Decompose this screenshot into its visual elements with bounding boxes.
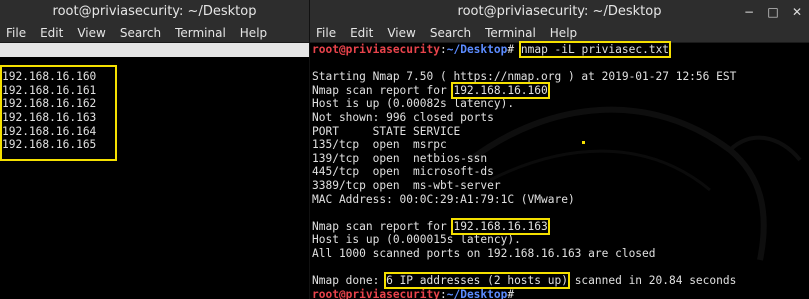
menu-search[interactable]: Search bbox=[120, 24, 161, 42]
host-up-line: Host is up (0.000015s latency). bbox=[312, 233, 521, 247]
nmap-done-highlight: 6 IP addresses (2 hosts up) bbox=[384, 272, 570, 290]
maximize-icon[interactable]: □ bbox=[767, 6, 779, 18]
close-icon[interactable]: ✕ bbox=[791, 6, 803, 18]
right-terminal-window: root@priviasecurity: ~/Desktop − □ ✕ Fil… bbox=[310, 0, 809, 299]
highlight-marker-dot bbox=[582, 141, 585, 144]
prompt-separator: : bbox=[439, 287, 447, 299]
nmap-command: nmap -iL priviasec.txt bbox=[518, 41, 672, 58]
port-line: 445/tcp open microsoft-ds bbox=[312, 165, 494, 179]
menu-help[interactable]: Help bbox=[240, 24, 267, 42]
scan-report-prefix: Nmap scan report for bbox=[312, 83, 454, 97]
menu-edit[interactable]: Edit bbox=[40, 24, 63, 42]
nmap-done-line: Nmap done: 6 IP addresses (2 hosts up) s… bbox=[310, 272, 809, 290]
final-prompt-line: root@priviasecurity:~/Desktop# bbox=[310, 288, 809, 299]
terminal-output[interactable]: root@priviasecurity:~/Desktop# nmap -iL … bbox=[310, 41, 809, 299]
command-line: root@priviasecurity:~/Desktop# nmap -iL … bbox=[310, 41, 809, 58]
scan-report-line: Nmap scan report for 192.168.16.163 bbox=[310, 217, 809, 235]
not-shown-line: Not shown: 996 closed ports bbox=[312, 110, 494, 124]
menu-edit[interactable]: Edit bbox=[350, 24, 373, 42]
nano-header: GNU nano 2.9.8 priviasec.txt bbox=[0, 43, 309, 70]
nmap-done-suffix: scanned in 20.84 seconds bbox=[567, 274, 737, 288]
port-line: 139/tcp open netbios-ssn bbox=[312, 151, 488, 165]
menu-view[interactable]: View bbox=[387, 24, 415, 42]
right-window-title: root@priviasecurity: ~/Desktop bbox=[457, 4, 662, 19]
ip-list-highlight-box bbox=[0, 65, 117, 161]
left-window-titlebar[interactable]: root@priviasecurity: ~/Desktop bbox=[0, 0, 309, 24]
port-line: 135/tcp open msrpc bbox=[312, 138, 447, 152]
nano-editor[interactable]: GNU nano 2.9.8 priviasec.txt 192.168.16.1… bbox=[0, 43, 309, 299]
minimize-icon[interactable]: − bbox=[743, 6, 755, 18]
right-window-titlebar[interactable]: root@priviasecurity: ~/Desktop − □ ✕ bbox=[310, 0, 809, 24]
nmap-done-prefix: Nmap done: bbox=[312, 274, 387, 288]
nmap-start-line: Starting Nmap 7.50 ( https://nmap.org ) … bbox=[312, 70, 737, 84]
left-menubar: File Edit View Search Terminal Help bbox=[0, 24, 309, 43]
menu-terminal[interactable]: Terminal bbox=[175, 24, 226, 42]
scan-report-ip: 192.168.16.160 bbox=[451, 81, 550, 99]
menu-file[interactable]: File bbox=[316, 24, 336, 42]
port-line: 3389/tcp open ms-wbt-server bbox=[312, 178, 501, 192]
scan-report-line: Nmap scan report for 192.168.16.160 bbox=[310, 81, 809, 99]
prompt-symbol: # bbox=[507, 287, 515, 299]
prompt-separator: : bbox=[439, 43, 447, 56]
port-header-line: PORT STATE SERVICE bbox=[312, 124, 461, 138]
menu-file[interactable]: File bbox=[6, 24, 26, 42]
prompt-path: ~/Desktop bbox=[446, 287, 508, 299]
prompt-path: ~/Desktop bbox=[446, 43, 508, 56]
all-closed-line: All 1000 scanned ports on 192.168.16.163… bbox=[312, 246, 656, 260]
scan-report-ip: 192.168.16.163 bbox=[451, 217, 550, 235]
left-terminal-window: root@priviasecurity: ~/Desktop File Edit… bbox=[0, 0, 309, 299]
nano-filename: priviasec.txt bbox=[188, 56, 276, 70]
prompt-symbol: # bbox=[507, 43, 515, 56]
scan-report-prefix: Nmap scan report for bbox=[312, 219, 454, 233]
prompt-user: root@priviasecurity bbox=[312, 43, 440, 56]
mac-address-line: MAC Address: 00:0C:29:A1:79:1C (VMware) bbox=[312, 192, 575, 206]
prompt-user: root@priviasecurity bbox=[312, 287, 440, 299]
window-controls: − □ ✕ bbox=[743, 0, 803, 24]
left-window-title: root@priviasecurity: ~/Desktop bbox=[52, 4, 257, 19]
menu-view[interactable]: View bbox=[77, 24, 105, 42]
host-up-line: Host is up (0.00082s latency). bbox=[312, 97, 515, 111]
